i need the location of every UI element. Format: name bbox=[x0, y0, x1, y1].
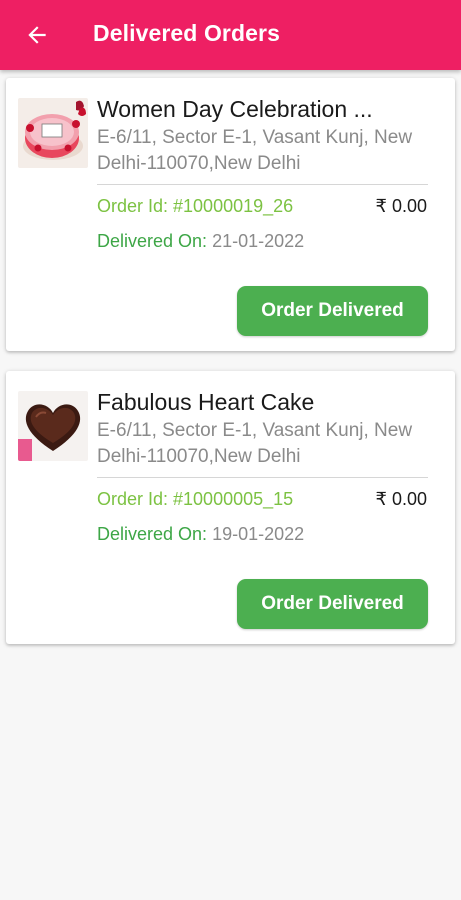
delivery-address: E-6/11, Sector E-1, Vasant Kunj, New Del… bbox=[97, 420, 413, 467]
arrow-left-icon bbox=[28, 26, 46, 44]
delivered-on-label: Delivered On: bbox=[97, 524, 208, 544]
delivery-address: E-6/11, Sector E-1, Vasant Kunj, New Del… bbox=[97, 127, 413, 174]
order-delivered-button[interactable]: Order Delivered bbox=[237, 579, 428, 629]
order-amount: ₹ 0.00 bbox=[375, 489, 428, 509]
order-amount: ₹ 0.00 bbox=[375, 196, 428, 216]
product-title: Women Day Celebration ... bbox=[97, 96, 373, 122]
delivered-on: Delivered On: 19-01-2022 bbox=[97, 524, 304, 545]
round-cake-image bbox=[18, 98, 88, 168]
app-bar: Delivered Orders bbox=[0, 0, 461, 70]
cake-thumbnail bbox=[18, 391, 88, 461]
delivered-on-label: Delivered On: bbox=[97, 231, 208, 251]
delivered-date: 19-01-2022 bbox=[212, 524, 305, 544]
order-card[interactable]: Women Day Celebration ... E-6/11, Sector… bbox=[6, 78, 455, 351]
divider bbox=[97, 477, 428, 478]
cake-thumbnail bbox=[18, 98, 88, 168]
back-button[interactable] bbox=[16, 14, 58, 56]
heart-cake-image bbox=[18, 391, 88, 461]
delivered-date: 21-01-2022 bbox=[212, 231, 305, 251]
order-id: Order Id: #10000005_15 bbox=[97, 489, 294, 509]
order-card[interactable]: Fabulous Heart Cake E-6/11, Sector E-1, … bbox=[6, 371, 455, 644]
divider bbox=[97, 184, 428, 185]
page-title: Delivered Orders bbox=[93, 20, 280, 46]
order-id: Order Id: #10000019_26 bbox=[97, 196, 294, 216]
product-title: Fabulous Heart Cake bbox=[97, 389, 315, 415]
order-delivered-button[interactable]: Order Delivered bbox=[237, 286, 428, 336]
delivered-on: Delivered On: 21-01-2022 bbox=[97, 231, 304, 252]
